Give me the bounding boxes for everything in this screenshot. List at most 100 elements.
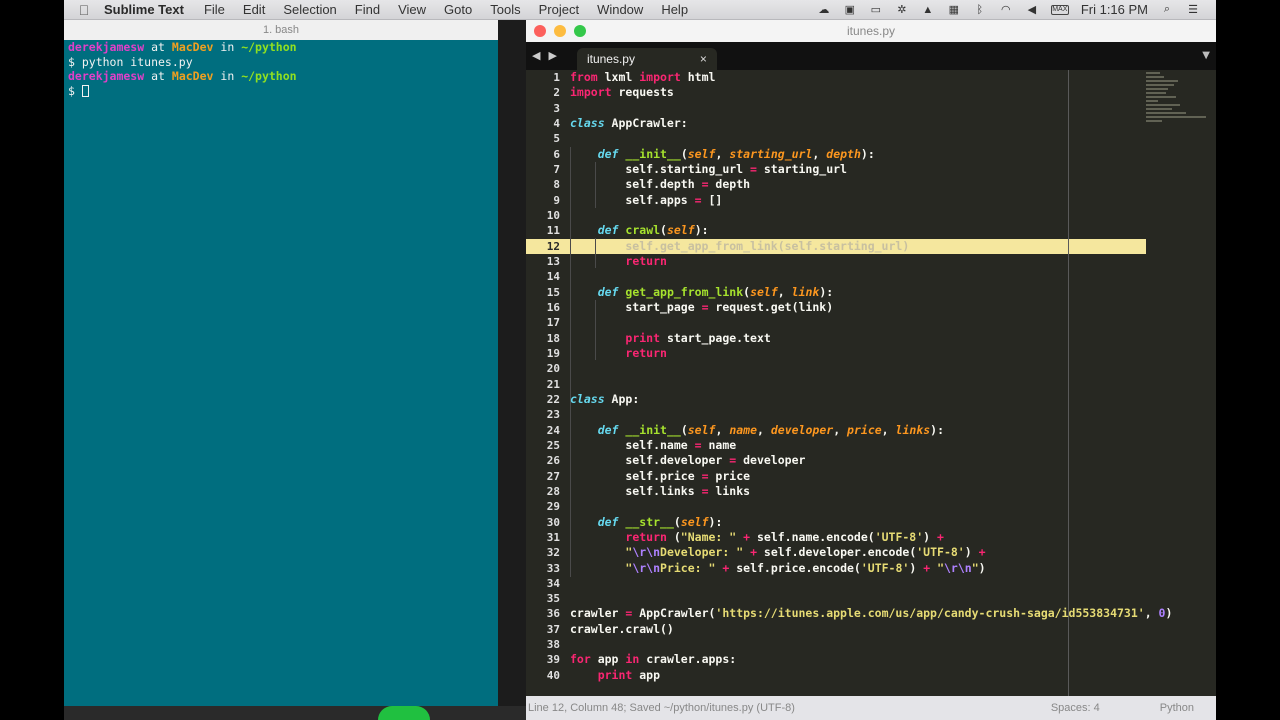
code-line[interactable] — [570, 637, 1170, 652]
line-number[interactable]: 2 — [526, 85, 560, 100]
line-number[interactable]: 31 — [526, 530, 560, 545]
line-number[interactable]: 3 — [526, 101, 560, 116]
code-line[interactable]: return — [570, 254, 1170, 269]
line-number[interactable]: 25 — [526, 438, 560, 453]
line-number[interactable]: 17 — [526, 315, 560, 330]
tab-close-icon[interactable]: × — [700, 52, 707, 66]
menubar-clock[interactable]: Fri 1:16 PM — [1081, 2, 1148, 17]
tab-itunes-py[interactable]: itunes.py × — [576, 48, 717, 70]
line-number[interactable]: 29 — [526, 499, 560, 514]
code-line[interactable]: def __init__(self, name, developer, pric… — [570, 423, 1170, 438]
volume-icon[interactable]: ◀ — [1025, 4, 1039, 16]
line-number[interactable]: 30 — [526, 515, 560, 530]
terminal-window[interactable]: 1. bash derekjamesw at MacDev in ~/pytho… — [64, 20, 498, 706]
code-line[interactable]: print start_page.text — [570, 331, 1170, 346]
menu-edit[interactable]: Edit — [243, 2, 265, 17]
line-number-gutter[interactable]: 1 2 3 4 5 6 7 8 9 10 11 12 13 14 15 16 17 18 19 20 21 22 23 24 2… — [526, 70, 560, 683]
code-line[interactable]: self.starting_url = starting_url — [570, 162, 1170, 177]
code-line[interactable] — [570, 377, 1170, 392]
menu-file[interactable]: File — [204, 2, 225, 17]
code-line[interactable] — [570, 591, 1170, 606]
code-line[interactable]: start_page = request.get(link) — [570, 300, 1170, 315]
line-number[interactable]: 38 — [526, 637, 560, 652]
grid-icon[interactable]: ▦ — [947, 4, 961, 16]
line-number[interactable]: 9 — [526, 193, 560, 208]
line-number[interactable]: 34 — [526, 576, 560, 591]
code-line[interactable]: print app — [570, 668, 1170, 683]
terminal-input-line[interactable]: $ — [68, 84, 494, 99]
battery-icon[interactable]: MAX — [1050, 4, 1069, 15]
code-line[interactable]: for app in crawler.apps: — [570, 652, 1170, 667]
code-line[interactable]: self.apps = [] — [570, 193, 1170, 208]
menu-find[interactable]: Find — [355, 2, 380, 17]
code-line[interactable]: self.get_app_from_link(self.starting_url… — [570, 239, 1170, 254]
code-lines[interactable]: from lxml import html import requests cl… — [570, 70, 1172, 683]
line-number[interactable]: 1 — [526, 70, 560, 85]
line-number[interactable]: 19 — [526, 346, 560, 361]
line-number[interactable]: 23 — [526, 407, 560, 422]
tab-next-icon[interactable]: ▶ — [548, 49, 556, 62]
code-line[interactable]: class AppCrawler: — [570, 116, 1170, 131]
menu-tools[interactable]: Tools — [490, 2, 520, 17]
code-line[interactable] — [570, 101, 1170, 116]
code-line[interactable] — [570, 499, 1170, 514]
code-line[interactable]: return ("Name: " + self.name.encode('UTF… — [570, 530, 1170, 545]
line-number[interactable]: 40 — [526, 668, 560, 683]
line-number[interactable]: 36 — [526, 606, 560, 621]
code-line[interactable] — [570, 208, 1170, 223]
apple-icon[interactable]:  — [64, 2, 104, 18]
code-line[interactable] — [570, 361, 1170, 376]
code-line[interactable]: def __init__(self, starting_url, depth): — [570, 147, 1170, 162]
code-line[interactable]: def get_app_from_link(self, link): — [570, 285, 1170, 300]
menu-selection[interactable]: Selection — [283, 2, 336, 17]
line-number[interactable]: 35 — [526, 591, 560, 606]
search-icon[interactable]: ⌕ — [1160, 3, 1174, 16]
line-number[interactable]: 33 — [526, 561, 560, 576]
terminal-titlebar[interactable]: 1. bash — [64, 20, 498, 40]
dock-item[interactable] — [378, 706, 430, 720]
menu-view[interactable]: View — [398, 2, 426, 17]
menu-goto[interactable]: Goto — [444, 2, 472, 17]
code-editor[interactable]: 1 2 3 4 5 6 7 8 9 10 11 12 13 14 15 16 17 18 19 20 21 22 23 24 2… — [526, 70, 1216, 696]
line-number[interactable]: 20 — [526, 361, 560, 376]
code-line[interactable] — [570, 576, 1170, 591]
code-line[interactable]: import requests — [570, 85, 1170, 100]
code-line[interactable]: self.depth = depth — [570, 177, 1170, 192]
menu-help[interactable]: Help — [661, 2, 688, 17]
menubar-app-name[interactable]: Sublime Text — [104, 2, 184, 17]
line-number[interactable]: 8 — [526, 177, 560, 192]
code-line[interactable]: "\r\nPrice: " + self.price.encode('UTF-8… — [570, 561, 1170, 576]
bluetooth-icon[interactable]: ᛒ — [973, 4, 987, 16]
code-line[interactable] — [570, 131, 1170, 146]
line-number[interactable]: 26 — [526, 453, 560, 468]
code-line[interactable]: def crawl(self): — [570, 223, 1170, 238]
camera-icon[interactable]: ▣ — [843, 4, 857, 16]
line-number[interactable]: 5 — [526, 131, 560, 146]
code-line[interactable]: def __str__(self): — [570, 515, 1170, 530]
line-number[interactable]: 4 — [526, 116, 560, 131]
line-number[interactable]: 24 — [526, 423, 560, 438]
status-syntax[interactable]: Python — [1160, 702, 1194, 714]
code-line[interactable]: self.name = name — [570, 438, 1170, 453]
line-number[interactable]: 37 — [526, 622, 560, 637]
code-line[interactable]: crawler.crawl() — [570, 622, 1170, 637]
line-number[interactable]: 18 — [526, 331, 560, 346]
code-line[interactable]: self.links = links — [570, 484, 1170, 499]
line-number[interactable]: 15 — [526, 285, 560, 300]
code-line[interactable]: from lxml import html — [570, 70, 1170, 85]
code-line[interactable]: self.developer = developer — [570, 453, 1170, 468]
line-number[interactable]: 13 — [526, 254, 560, 269]
line-number[interactable]: 27 — [526, 469, 560, 484]
line-number[interactable]: 6 — [526, 147, 560, 162]
line-number[interactable]: 32 — [526, 545, 560, 560]
code-line[interactable]: class App: — [570, 392, 1170, 407]
line-number[interactable]: 10 — [526, 208, 560, 223]
line-number[interactable]: 22 — [526, 392, 560, 407]
menu-project[interactable]: Project — [539, 2, 579, 17]
tab-dropdown-icon[interactable]: ▼ — [1202, 50, 1210, 61]
line-number[interactable]: 7 — [526, 162, 560, 177]
code-line[interactable]: crawler = AppCrawler('https://itunes.app… — [570, 606, 1172, 621]
code-line[interactable]: self.price = price — [570, 469, 1170, 484]
line-number[interactable]: 14 — [526, 269, 560, 284]
line-number[interactable]: 11 — [526, 223, 560, 238]
